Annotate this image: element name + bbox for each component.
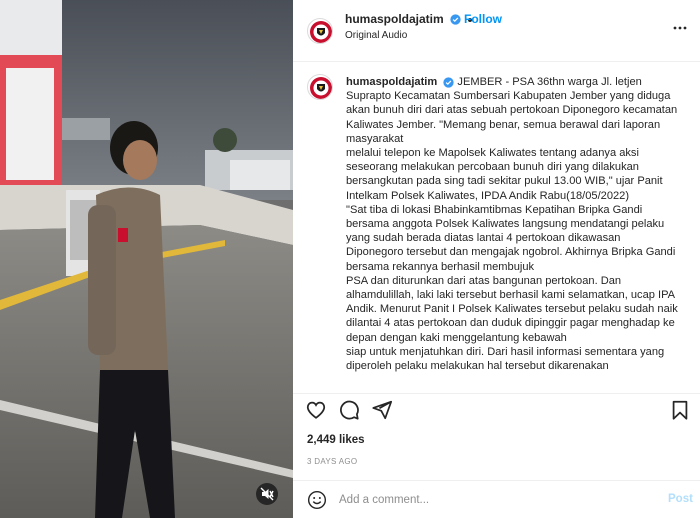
bookmark-icon	[672, 400, 688, 420]
heart-icon	[306, 401, 326, 419]
caption-text: humaspoldajatim JEMBER - PSA 36thn warga…	[346, 75, 694, 373]
divider	[293, 393, 700, 394]
post-details-panel: humaspoldajatim Follow Original Audio hu…	[293, 0, 700, 518]
emoji-icon	[307, 490, 327, 510]
caption-username[interactable]: humaspoldajatim	[346, 76, 437, 88]
send-icon	[372, 400, 393, 420]
likes-count[interactable]: 2,449 likes	[307, 434, 365, 446]
comment-button[interactable]	[338, 399, 360, 426]
author-username[interactable]: humaspoldajatim	[345, 12, 473, 26]
video-frame	[0, 0, 293, 518]
original-audio-link[interactable]: Original Audio	[345, 30, 407, 41]
share-button[interactable]	[371, 399, 393, 426]
police-emblem-icon	[309, 76, 332, 99]
more-options-icon	[673, 26, 687, 30]
verified-badge-icon	[443, 76, 454, 88]
more-options-button[interactable]	[672, 20, 688, 41]
comment-input[interactable]	[339, 488, 649, 512]
post-timestamp[interactable]: 3 DAYS AGO	[307, 457, 357, 466]
comment-icon	[340, 400, 359, 420]
save-button[interactable]	[670, 399, 690, 426]
post-header: humaspoldajatim Follow Original Audio	[293, 0, 700, 62]
emoji-button[interactable]	[307, 490, 327, 515]
action-bar	[293, 395, 700, 427]
divider	[293, 480, 700, 481]
caption-area: humaspoldajatim JEMBER - PSA 36thn warga…	[293, 62, 700, 393]
follow-button[interactable]: Follow	[464, 12, 502, 26]
mute-toggle-button[interactable]	[256, 483, 278, 505]
post-comment-button[interactable]: Post	[668, 493, 693, 505]
add-comment-bar: Post	[293, 482, 700, 518]
username-text[interactable]: humaspoldajatim	[345, 12, 444, 26]
post-video[interactable]	[0, 0, 293, 518]
caption-body: JEMBER - PSA 36thn warga Jl. letjen Supr…	[346, 76, 678, 373]
author-avatar[interactable]	[307, 18, 333, 44]
verified-badge-icon	[450, 14, 461, 25]
police-emblem-icon	[309, 20, 332, 43]
caption-author-avatar[interactable]	[307, 74, 333, 100]
speaker-muted-icon	[260, 487, 274, 501]
like-button[interactable]	[305, 399, 327, 426]
